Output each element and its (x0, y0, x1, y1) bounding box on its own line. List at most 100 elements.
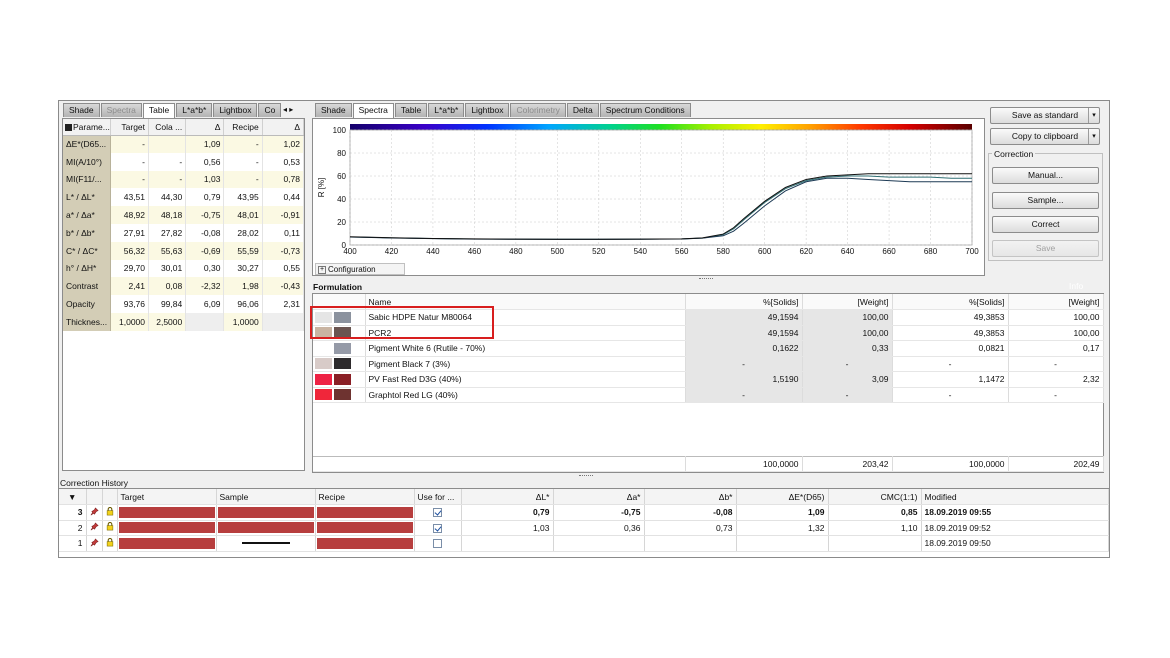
table-cell: 0,73 (644, 520, 737, 536)
table-cell: - (685, 356, 803, 372)
recipe-swatch (334, 389, 351, 401)
splitter-handle[interactable] (699, 278, 713, 280)
table-corner-icon[interactable] (65, 124, 72, 131)
column-header[interactable]: Parame... (63, 119, 111, 136)
use-for-checkbox[interactable] (433, 523, 442, 533)
table-cell: 2,5000 (148, 312, 187, 331)
formulation-row[interactable]: Pigment White 6 (Rutile - 70%) 0,1622 0,33… (313, 340, 1104, 357)
history-row[interactable]: 1 18.09.2019 09:50 (59, 535, 1109, 552)
column-header[interactable]: Δa* (553, 489, 645, 505)
column-header[interactable]: %[Solids] (685, 294, 803, 310)
table-cell: 30,01 (148, 259, 187, 278)
column-header[interactable]: Use for ... (414, 489, 462, 505)
use-for-cell (414, 520, 462, 536)
table-cell: -2,32 (185, 277, 225, 296)
column-header[interactable]: Δ (185, 119, 225, 136)
use-for-checkbox[interactable] (433, 539, 442, 549)
lock-icon[interactable] (102, 520, 118, 536)
center-tab-colorimetry[interactable]: Colorimetry (510, 103, 566, 117)
dropdown-icon[interactable]: ▾ (1088, 129, 1099, 144)
y-axis-label: R [%] (317, 178, 326, 198)
column-header[interactable]: Target (117, 489, 217, 505)
column-header[interactable]: %[Solids] (892, 294, 1009, 310)
column-header[interactable]: Recipe (223, 119, 263, 136)
pin-icon[interactable] (86, 504, 103, 521)
table-row: Opacity 93,76 99,84 6,09 96,06 2,31 (63, 295, 305, 313)
table-cell: 0,17 (1008, 340, 1104, 357)
table-cell (644, 535, 737, 552)
column-header[interactable]: Sample (216, 489, 316, 505)
left-table-panel: Parame... Target Cola ... Δ Recipe Δ ΔE*(D65.… (62, 118, 305, 471)
center-tab-spectrum-conditions[interactable]: Spectrum Conditions (599, 103, 691, 117)
sample-button[interactable]: Sample... (992, 192, 1099, 209)
formulation-row[interactable]: PV Fast Red D3G (40%) 1,5190 3,09 1,1472 2,3… (313, 371, 1104, 388)
correct-button[interactable]: Correct (992, 216, 1099, 233)
table-cell: - (802, 387, 893, 403)
filter-header[interactable]: ▼ (59, 489, 87, 505)
table-cell: -0,43 (262, 277, 305, 296)
center-tab-table[interactable]: Table (394, 103, 428, 117)
formulation-row[interactable]: Pigment Black 7 (3%) - - - - (313, 356, 1104, 372)
target-swatch (315, 342, 332, 354)
table-cell: 43,51 (110, 188, 150, 207)
dropdown-icon[interactable]: ▾ (1088, 108, 1099, 123)
pin-icon[interactable] (86, 520, 103, 536)
left-tab-co[interactable]: Co (258, 103, 282, 117)
column-header[interactable]: ΔE*(D65) (736, 489, 829, 505)
row-label: a* / Δa* (63, 206, 111, 224)
row-number: 1 (59, 535, 87, 552)
color-swatch-cell (313, 371, 366, 388)
table-cell: -0,73 (262, 241, 305, 260)
column-header[interactable]: Cola ... (148, 119, 187, 136)
center-tab-spectra[interactable]: Spectra (352, 103, 394, 118)
use-for-cell (414, 535, 462, 552)
column-header[interactable]: [Weight] (802, 294, 893, 310)
table-cell: -0,08 (644, 504, 737, 521)
table-cell (185, 312, 225, 331)
left-tab-table[interactable]: Table (142, 103, 176, 118)
lock-icon[interactable] (102, 504, 118, 521)
recipe-color-bar (316, 537, 413, 549)
column-header[interactable]: Δb* (644, 489, 737, 505)
save-as-standard-button[interactable]: Save as standard ▾ (990, 107, 1100, 124)
copy-to-clipboard-button[interactable]: Copy to clipboard ▾ (990, 128, 1100, 145)
row-label: C* / ΔC* (63, 241, 111, 260)
table-cell: 49,3853 (892, 309, 1009, 326)
left-tab-lightbox[interactable]: Lightbox (213, 103, 258, 117)
history-row[interactable]: 3 0,79 -0,75 -0,08 1,09 0,85 18.09.2019 09:55 (59, 504, 1109, 521)
center-tab-lightbox[interactable]: Lightbox (465, 103, 510, 117)
tab-prev-icon[interactable]: ◂ (283, 105, 287, 114)
center-tab-delta[interactable]: Delta (566, 103, 599, 117)
column-header[interactable]: CMC(1:1) (828, 489, 922, 505)
x-tick-label: 640 (841, 247, 855, 256)
target-swatch (315, 389, 332, 401)
center-tab-l-a-b-[interactable]: L*a*b* (428, 103, 465, 117)
left-tab-l-a-b-[interactable]: L*a*b* (176, 103, 213, 117)
use-for-checkbox[interactable] (433, 508, 442, 518)
column-header[interactable]: Recipe (315, 489, 415, 505)
manual-button[interactable]: Manual... (992, 167, 1099, 184)
left-tab-shade[interactable]: Shade (63, 103, 100, 117)
spectrum-color-band (350, 124, 972, 130)
tab-next-icon[interactable]: ▸ (289, 105, 293, 114)
column-header[interactable]: [Weight] (1008, 294, 1104, 310)
lock-icon[interactable] (102, 535, 118, 552)
center-tab-shade[interactable]: Shade (315, 103, 352, 117)
configuration-toggle[interactable]: + Configuration (315, 263, 405, 275)
table-row: a* / Δa* 48,92 48,18 -0,75 48,01 -0,91 (63, 206, 305, 224)
splitter-handle[interactable] (579, 475, 593, 477)
table-cell: 1,98 (223, 277, 263, 296)
recipe-color-cell (315, 520, 415, 536)
history-row[interactable]: 2 1,03 0,36 0,73 1,32 1,10 18.09.2019 09:52 (59, 520, 1109, 536)
left-tab-spectra[interactable]: Spectra (100, 103, 142, 117)
pin-icon[interactable] (86, 535, 103, 552)
row-label: Contrast (63, 277, 111, 296)
column-header[interactable]: ΔL* (461, 489, 554, 505)
save-button[interactable]: Save (992, 240, 1099, 257)
column-header[interactable]: Modified (921, 489, 1109, 505)
column-header[interactable]: Target (110, 119, 150, 136)
row-number: 2 (59, 520, 87, 536)
filter-icon[interactable]: ▼ (68, 492, 76, 502)
formulation-row[interactable]: Graphtol Red LG (40%) - - - - (313, 387, 1104, 403)
column-header[interactable]: Δ (262, 119, 305, 136)
